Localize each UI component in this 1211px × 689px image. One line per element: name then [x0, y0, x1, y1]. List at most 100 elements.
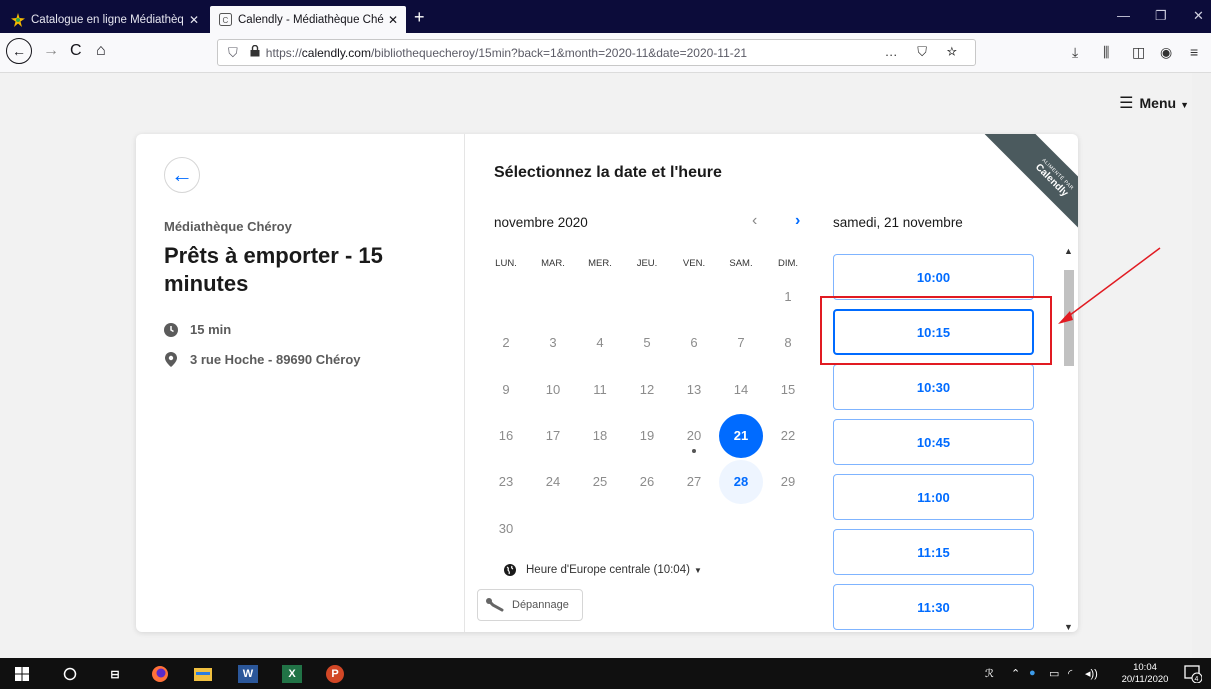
day-cell: 8	[765, 321, 811, 365]
sidebar-icon[interactable]: ◫	[1132, 44, 1145, 61]
day-cell: 4	[577, 321, 623, 365]
menu-label: Menu	[1139, 95, 1177, 111]
shield-icon[interactable]: ⛉	[228, 45, 238, 61]
browser-tab-bar: Catalogue en ligne Médiathèq ✕ C Calendl…	[0, 0, 1211, 33]
day-cell: 3	[530, 321, 576, 365]
troubleshoot-button[interactable]: Dépannage	[477, 589, 583, 621]
day-number: 23	[498, 474, 514, 489]
day-cell: 9	[483, 368, 529, 412]
chevron-up-icon[interactable]: ⌃	[1011, 667, 1020, 680]
tab-catalogue[interactable]: Catalogue en ligne Médiathèq ✕	[3, 6, 207, 33]
home-icon[interactable]: ⌂	[96, 42, 106, 60]
weekday-label: MAR.	[541, 258, 565, 269]
day-cell: 17	[530, 414, 576, 458]
weekday-label: DIM.	[777, 258, 799, 269]
time-slot-button[interactable]: 10:00	[833, 254, 1034, 300]
time-slot-button[interactable]: 10:45	[833, 419, 1034, 465]
back-arrow-icon[interactable]: ←	[6, 38, 32, 64]
scroll-thumb[interactable]	[1064, 270, 1074, 366]
day-cell-available[interactable]: 28	[718, 460, 764, 504]
notification-center-icon[interactable]: 4	[1184, 665, 1203, 684]
battery-icon[interactable]: ▭	[1049, 667, 1059, 680]
day-cell: 14	[718, 368, 764, 412]
timezone-selector[interactable]: Heure d'Europe centrale (10:04) ▼	[504, 564, 702, 576]
timezone-label: Heure d'Europe centrale (10:04)	[526, 564, 690, 576]
people-icon[interactable]: ℛ	[985, 667, 994, 680]
windows-taskbar: ⊟ W X P ℛ ⌃ ● ▭ ◜ ◂)) 10:04 20/11/2020 4	[0, 658, 1211, 689]
day-cell-selected[interactable]: 21	[718, 414, 764, 458]
excel-icon[interactable]: X	[282, 665, 302, 683]
search-icon[interactable]	[61, 665, 79, 683]
close-icon[interactable]: ✕	[189, 13, 199, 27]
minimize-icon[interactable]: —	[1117, 8, 1130, 23]
close-icon[interactable]: ✕	[388, 13, 398, 27]
powerpoint-icon[interactable]: P	[326, 665, 344, 683]
location-pin-icon	[164, 352, 178, 367]
time-slot-button[interactable]: 11:30	[833, 584, 1034, 630]
duration-text: 15 min	[190, 322, 232, 337]
time-slot-button[interactable]: 11:00	[833, 474, 1034, 520]
window-close-icon[interactable]: ✕	[1193, 8, 1204, 24]
page-actions[interactable]: … ⛉ ☆	[885, 44, 965, 60]
bookmark-star-icon[interactable]: ☆	[947, 44, 965, 59]
volume-icon[interactable]: ◂))	[1085, 667, 1098, 680]
weekday-label: MER.	[588, 258, 612, 269]
word-icon[interactable]: W	[238, 665, 258, 683]
time-slot-button[interactable]: 11:15	[833, 529, 1034, 575]
library-icon[interactable]: ⫼	[1103, 44, 1109, 61]
day-cell: 19	[624, 414, 670, 458]
svg-text:4: 4	[1195, 676, 1199, 683]
star-favicon-icon	[11, 12, 25, 27]
day-number: 26	[639, 474, 655, 489]
restore-icon[interactable]: ❐	[1155, 8, 1167, 24]
chevron-left-icon[interactable]: ‹	[752, 212, 757, 230]
hamburger-menu-icon[interactable]: ≡	[1190, 44, 1198, 60]
event-title: Prêts à emporter - 15 minutes	[164, 243, 383, 296]
day-cell: 7	[718, 321, 764, 365]
page-scrollbar[interactable]	[1192, 73, 1211, 658]
day-cell: 13	[671, 368, 717, 412]
calendly-favicon-icon: C	[218, 13, 232, 27]
back-button[interactable]: ←	[164, 157, 200, 193]
day-number: 12	[639, 382, 655, 397]
address-bar[interactable]: ⛉ https://calendly.com/bibliothequechero…	[217, 39, 976, 66]
day-number: 2	[502, 335, 510, 350]
lock-icon[interactable]	[250, 44, 260, 60]
troubleshoot-label: Dépannage	[512, 599, 569, 611]
new-tab-icon[interactable]: +	[414, 7, 425, 28]
account-icon[interactable]: ◉	[1160, 44, 1172, 61]
day-number: 4	[596, 335, 604, 350]
download-icon[interactable]: ⤓	[1072, 44, 1078, 61]
system-clock[interactable]: 10:04 20/11/2020	[1116, 662, 1174, 686]
slot-list-scrollbar[interactable]: ▲ ▼	[1061, 246, 1075, 632]
organizer-name: Médiathèque Chéroy	[164, 219, 292, 234]
firefox-icon[interactable]	[151, 665, 169, 683]
tab-calendly[interactable]: C Calendly - Médiathèque Chéroy ✕	[210, 6, 406, 33]
file-explorer-icon[interactable]	[194, 665, 212, 683]
time-slot-button[interactable]: 10:30	[833, 364, 1034, 410]
annotation-highlight-box	[820, 296, 1052, 365]
scroll-up-icon[interactable]: ▲	[1064, 246, 1073, 256]
tab-label: Calendly - Médiathèque Chéroy	[238, 13, 384, 26]
pocket-icon[interactable]: ⛉	[917, 44, 935, 59]
menu-button[interactable]: ☰ Menu ▼	[1119, 93, 1189, 113]
caret-down-icon: ▼	[693, 565, 702, 575]
chevron-right-icon[interactable]: ›	[795, 212, 800, 230]
reload-icon[interactable]: C	[70, 42, 82, 60]
wifi-icon[interactable]: ◜	[1068, 667, 1072, 680]
caret-down-icon: ▼	[1180, 100, 1189, 110]
windows-start-icon[interactable]	[13, 665, 31, 683]
task-view-icon[interactable]: ⊟	[106, 665, 124, 683]
day-cell: 25	[577, 460, 623, 504]
forward-arrow-icon[interactable]: →	[43, 42, 59, 60]
day-number: 17	[545, 428, 561, 443]
day-cell: 12	[624, 368, 670, 412]
scroll-down-icon[interactable]: ▼	[1064, 622, 1073, 632]
day-cell: 1	[765, 275, 811, 319]
app-tray-icon[interactable]: ●	[1029, 667, 1036, 679]
panel-heading: Sélectionnez la date et l'heure	[494, 164, 722, 181]
powered-by-calendly-ribbon[interactable]: ALIMENTÉ PAR Calendly	[964, 134, 1078, 246]
clock-time: 10:04	[1133, 662, 1157, 673]
day-cell: 22	[765, 414, 811, 458]
more-actions-icon[interactable]: …	[885, 44, 906, 59]
